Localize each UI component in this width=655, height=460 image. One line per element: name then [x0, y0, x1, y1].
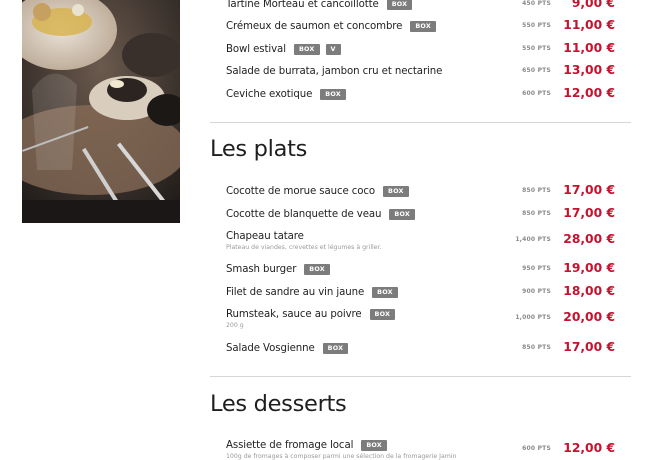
menu-item-name: Crémeux de saumon et concombre [226, 20, 403, 32]
box-badge: BOX [293, 43, 320, 55]
menu-item-points: 850 PTS [522, 344, 551, 351]
box-badge: BOX [410, 20, 436, 32]
menu-item-price: 12,00 € [563, 86, 615, 100]
menu-item-points: 550 PTS [522, 22, 551, 29]
menu-item-price: 11,00 € [563, 18, 615, 32]
food-photo-illustration [22, 0, 180, 223]
menu-item-price: 18,00 € [563, 284, 615, 298]
menu-item-name: Bowl estival [226, 43, 286, 55]
menu-item-name: Rumsteak, sauce au poivre [226, 308, 362, 320]
box-badge: BOX [386, 0, 413, 10]
menu-item-name-row: Tartine Morteau et cancoillotte BOX [226, 0, 418, 11]
menu-item-name-row: Cocotte de blanquette de veau BOX [226, 207, 421, 221]
menu-item-name: Salade de burrata, jambon cru et nectari… [226, 65, 443, 77]
menu-item[interactable]: Salade de burrata, jambon cru et nectari… [210, 63, 631, 86]
menu-item-name: Assiette de fromage local [226, 439, 354, 451]
food-photo [22, 0, 180, 223]
section-divider [210, 122, 631, 123]
menu-item-name: Salade Vosgienne [226, 342, 315, 354]
menu-item[interactable]: Assiette de fromage local BOX 100g de from… [210, 438, 631, 460]
box-badge: BOX [383, 185, 409, 197]
menu-item-price: 28,00 € [563, 232, 615, 246]
section-title: Les desserts [210, 391, 347, 417]
menu-item[interactable]: Filet de sandre au vin jaune BOX 900 PTS 18… [210, 284, 631, 307]
menu-item-description: 100g de fromages à composer parmi une sé… [226, 453, 457, 460]
menu-item[interactable]: Cocotte de morue sauce coco BOX 850 PTS 17,… [210, 183, 631, 206]
box-badge: BOX [369, 308, 396, 320]
menu-item-description: 200 g [226, 322, 244, 329]
menu-item[interactable]: Tartine Morteau et cancoillotte BOX 450 PT… [210, 0, 631, 19]
menu-item-points: 950 PTS [522, 265, 551, 272]
box-badge: BOX [361, 439, 387, 451]
menu-item-name: Tartine Morteau et cancoillotte [226, 0, 379, 10]
menu-item-name-row: Salade de burrata, jambon cru et nectari… [226, 64, 450, 78]
menu-item-price: 13,00 € [563, 63, 615, 77]
menu-item-points: 1,000 PTS [515, 314, 551, 321]
menu-item-name: Ceviche exotique [226, 88, 313, 100]
menu-item-name-row: Ceviche exotique BOX [226, 87, 352, 101]
menu-item-name-row: Filet de sandre au vin jaune BOX [226, 285, 404, 299]
box-badge: BOX [389, 208, 416, 220]
menu-item[interactable]: Smash burger BOX 950 PTS 19,00 € [210, 261, 631, 284]
section-divider [210, 376, 631, 377]
box-badge: V [325, 43, 341, 55]
box-badge: BOX [304, 263, 330, 275]
menu-item-name-row: Assiette de fromage local BOX [226, 438, 393, 452]
box-badge: BOX [320, 88, 346, 100]
menu-item-points: 600 PTS [522, 90, 551, 97]
menu-item-name: Cocotte de blanquette de veau [226, 208, 382, 220]
menu-item[interactable]: Crémeux de saumon et concombre BOX 550 PTS… [210, 18, 631, 41]
section-title: Les plats [210, 136, 308, 162]
menu-item[interactable]: Chapeau tatare Plateau de viandes, crevet… [210, 229, 631, 252]
box-badge: BOX [372, 286, 398, 298]
menu-item-description: Plateau de viandes, crevettes et légumes… [226, 244, 382, 251]
menu-item-name: Filet de sandre au vin jaune [226, 286, 365, 298]
menu-item-name-row: Chapeau tatare [226, 229, 312, 243]
menu-item-name: Smash burger [226, 263, 297, 275]
menu-item-points: 550 PTS [522, 45, 551, 52]
menu-item[interactable]: Rumsteak, sauce au poivre BOX 200 g 1,000 P… [210, 307, 631, 329]
menu-item-name-row: Salade Vosgienne BOX [226, 341, 354, 355]
menu-item[interactable]: Ceviche exotique BOX 600 PTS 12,00 € [210, 86, 631, 109]
menu-item-points: 1,400 PTS [515, 236, 551, 243]
menu-item-price: 11,00 € [563, 41, 615, 55]
menu-item[interactable]: Bowl estival BOX V 550 PTS 11,00 € [210, 41, 631, 64]
menu-item-name-row: Crémeux de saumon et concombre BOX [226, 19, 442, 33]
menu-item-points: 450 PTS [522, 0, 551, 7]
menu-item-price: 17,00 € [563, 340, 615, 354]
menu-item-points: 650 PTS [522, 67, 551, 74]
menu-item-name-row: Bowl estival BOX V [226, 42, 347, 56]
menu-item-points: 850 PTS [522, 210, 551, 217]
menu-item-name-row: Smash burger BOX [226, 262, 336, 276]
menu-item-price: 20,00 € [563, 310, 615, 324]
menu-item-points: 600 PTS [522, 445, 551, 452]
menu-item-name: Chapeau tatare [226, 230, 304, 242]
menu-item[interactable]: Salade Vosgienne BOX 850 PTS 17,00 € [210, 340, 631, 363]
menu-item-name-row: Cocotte de morue sauce coco BOX [226, 184, 415, 198]
box-badge: BOX [322, 342, 349, 354]
menu-item-price: 9,00 € [571, 0, 615, 10]
menu-item-name-row: Rumsteak, sauce au poivre BOX [226, 307, 401, 321]
menu-item-price: 17,00 € [563, 206, 615, 220]
menu-item-price: 19,00 € [563, 261, 615, 275]
menu-item[interactable]: Cocotte de blanquette de veau BOX 850 PTS 1… [210, 206, 631, 229]
menu-item-name: Cocotte de morue sauce coco [226, 185, 376, 197]
menu-item-price: 17,00 € [563, 183, 615, 197]
menu-item-points: 900 PTS [522, 288, 551, 295]
menu-item-price: 12,00 € [563, 441, 615, 455]
menu-item-points: 850 PTS [522, 187, 551, 194]
